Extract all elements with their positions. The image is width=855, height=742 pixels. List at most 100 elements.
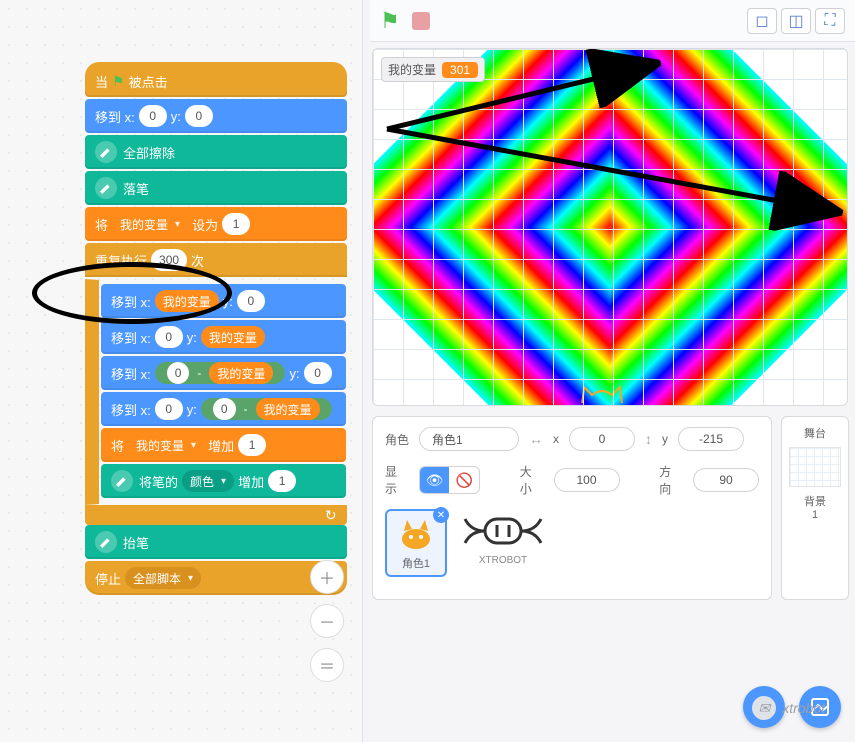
loop-arrow-icon: ↻ — [325, 507, 337, 524]
backdrop-panel[interactable]: 舞台 背景 1 — [781, 416, 849, 600]
stop-block[interactable]: 停止 全部脚本 — [85, 561, 347, 595]
y-input[interactable] — [678, 427, 744, 451]
sprite-info-panel: 角色 ↔ x ↕ y 显示 👁 🚫 大小 方向 ✕ 角色1 — [372, 416, 772, 600]
x-input[interactable]: 0 — [139, 105, 167, 127]
variable-dropdown[interactable]: 我的变量 — [112, 213, 188, 235]
goto-xy-block[interactable]: 移到 x: 0 y: 0 — [85, 99, 347, 133]
label: 移到 x: — [111, 292, 151, 311]
x-input[interactable]: 0 — [155, 398, 183, 420]
label: 将 — [111, 436, 124, 455]
y-input[interactable]: 0 — [185, 105, 213, 127]
zoom-in-button[interactable]: ＋ — [310, 560, 344, 594]
layout-large-button[interactable]: ◫ — [781, 8, 811, 34]
repeat-block[interactable]: 重复执行 300 次 — [85, 243, 347, 277]
script-workspace[interactable]: 当 ⚑ 被点击 移到 x: 0 y: 0 全部擦除 落笔 将 我的变量 设为 1 — [0, 0, 363, 742]
x-input[interactable] — [569, 427, 635, 451]
visibility-toggle: 👁 🚫 — [419, 466, 480, 494]
repeat-foot: ↻ — [85, 505, 347, 525]
num-input[interactable]: 0 — [213, 398, 236, 420]
variable-reporter[interactable]: 我的变量 — [256, 398, 320, 420]
label: y: — [187, 330, 197, 345]
xtrobot-label: XTROBOT — [479, 555, 527, 566]
wechat-watermark: ✉ xtrobot — [752, 696, 825, 720]
goto-xy-block[interactable]: 移到 x: 我的变量 y: 0 — [101, 284, 346, 318]
value-input[interactable]: 1 — [238, 434, 266, 456]
sprite-thumbnail-label: 角色1 — [402, 555, 430, 571]
hide-button[interactable]: 🚫 — [449, 467, 479, 493]
backdrop-count: 1 — [786, 509, 844, 521]
label: 次 — [191, 251, 204, 270]
label: 移到 x: — [111, 364, 151, 383]
label: 抬笔 — [123, 533, 149, 552]
delete-sprite-icon[interactable]: ✕ — [433, 507, 449, 523]
stage[interactable]: 我的变量 301 — [372, 48, 848, 406]
label: 停止 — [95, 569, 121, 588]
variable-monitor[interactable]: 我的变量 301 — [381, 57, 485, 82]
pen-icon — [111, 470, 133, 492]
xy-icon: ↕ — [645, 431, 652, 447]
label: 移到 x: — [111, 400, 151, 419]
change-variable-block[interactable]: 将 我的变量 增加 1 — [101, 428, 346, 462]
pen-up-block[interactable]: 抬笔 — [85, 525, 347, 559]
sprite-name-label: 角色 — [385, 431, 409, 448]
label: 增加 — [208, 436, 234, 455]
fullscreen-button[interactable]: ⛶ — [815, 8, 845, 34]
value-input[interactable]: 1 — [222, 213, 250, 235]
pen-icon — [95, 177, 117, 199]
erase-all-block[interactable]: 全部擦除 — [85, 135, 347, 169]
pen-attr-dropdown[interactable]: 颜色 — [182, 470, 234, 492]
direction-input[interactable] — [693, 468, 759, 492]
sprite-thumbnail[interactable]: ✕ 角色1 — [385, 509, 447, 577]
operator-minus[interactable]: 0 - 我的变量 — [155, 362, 286, 384]
goto-xy-block[interactable]: 移到 x: 0 - 我的变量 y: 0 — [101, 356, 346, 390]
show-button[interactable]: 👁 — [420, 467, 450, 493]
label: 移到 x: — [95, 107, 135, 126]
goto-xy-block[interactable]: 移到 x: 0 y: 0 - 我的变量 — [101, 392, 346, 426]
label: - — [244, 402, 248, 416]
label: 重复执行 — [95, 251, 147, 270]
backdrop-title: 舞台 — [786, 425, 844, 441]
xtrobot-sprite[interactable]: XTROBOT — [461, 509, 545, 566]
variable-monitor-value: 301 — [442, 62, 478, 78]
variable-reporter[interactable]: 我的变量 — [155, 290, 219, 312]
flag-icon: ⚑ — [112, 73, 125, 90]
set-variable-block[interactable]: 将 我的变量 设为 1 — [85, 207, 347, 241]
value-input[interactable]: 1 — [268, 470, 296, 492]
green-flag-icon[interactable]: ⚑ — [380, 8, 400, 34]
y-input[interactable]: 0 — [237, 290, 265, 312]
x-input[interactable]: 0 — [155, 326, 183, 348]
size-label: 大小 — [520, 463, 544, 497]
layout-small-button[interactable]: ◻ — [747, 8, 777, 34]
when-flag-clicked-block[interactable]: 当 ⚑ 被点击 — [85, 62, 347, 97]
label: y: — [223, 294, 233, 309]
label: 全部擦除 — [123, 143, 175, 162]
sprite-name-input[interactable] — [419, 427, 519, 451]
change-pen-color-block[interactable]: 将笔的 颜色 增加 1 — [101, 464, 346, 498]
label: y: — [171, 109, 181, 124]
operator-minus[interactable]: 0 - 我的变量 — [201, 398, 332, 420]
label: y: — [187, 402, 197, 417]
backdrop-thumbnail[interactable] — [789, 447, 841, 487]
stop-icon[interactable] — [412, 12, 430, 30]
y-input[interactable]: 0 — [304, 362, 332, 384]
goto-xy-block[interactable]: 移到 x: 0 y: 我的变量 — [101, 320, 346, 354]
variable-dropdown[interactable]: 我的变量 — [128, 434, 204, 456]
num-input[interactable]: 0 — [167, 362, 190, 384]
variable-monitor-label: 我的变量 — [388, 61, 436, 78]
stop-dropdown[interactable]: 全部脚本 — [125, 567, 201, 589]
label: 将笔的 — [139, 472, 178, 491]
zoom-reset-button[interactable]: ＝ — [310, 648, 344, 682]
variable-reporter[interactable]: 我的变量 — [209, 362, 273, 384]
times-input[interactable]: 300 — [151, 249, 187, 271]
zoom-out-button[interactable]: － — [310, 604, 344, 638]
cat-icon — [394, 515, 438, 555]
label: 移到 x: — [111, 328, 151, 347]
repeat-body: 移到 x: 我的变量 y: 0 移到 x: 0 y: 我的变量 移到 x: 0 … — [85, 279, 347, 505]
label: - — [197, 366, 201, 380]
block-stack: 当 ⚑ 被点击 移到 x: 0 y: 0 全部擦除 落笔 将 我的变量 设为 1 — [85, 62, 347, 597]
label: 增加 — [238, 472, 264, 491]
direction-label: 方向 — [659, 463, 683, 497]
pen-down-block[interactable]: 落笔 — [85, 171, 347, 205]
variable-reporter[interactable]: 我的变量 — [201, 326, 265, 348]
size-input[interactable] — [554, 468, 620, 492]
